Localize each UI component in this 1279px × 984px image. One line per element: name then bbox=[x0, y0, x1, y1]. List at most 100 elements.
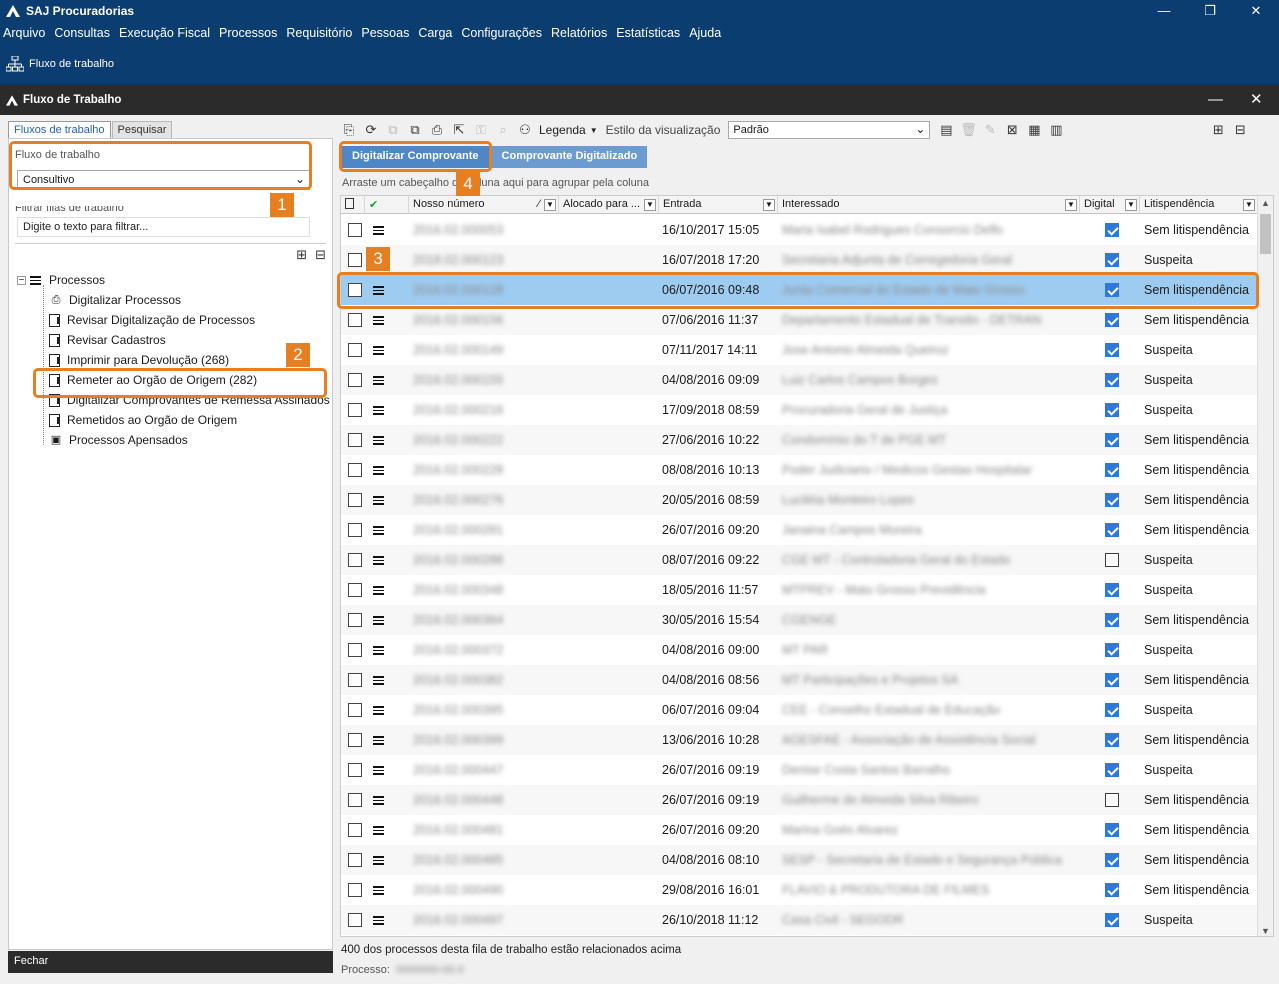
select-all-header[interactable] bbox=[341, 196, 365, 214]
table-row[interactable]: 2016.02.000447 26/07/2016 09:19 Denise Cos… bbox=[341, 755, 1258, 785]
menu-requisitorio[interactable]: Requisitório bbox=[286, 26, 352, 40]
menu-configuracoes[interactable]: Configurações bbox=[461, 26, 542, 40]
digital-checkbox[interactable] bbox=[1105, 673, 1119, 687]
digital-checkbox[interactable] bbox=[1105, 283, 1119, 297]
comprovante-digitalizado-button[interactable]: Comprovante Digitalizado bbox=[491, 146, 648, 168]
row-select-checkbox[interactable] bbox=[348, 313, 362, 327]
column-alocado-para[interactable]: Alocado para ... ▼ bbox=[559, 196, 659, 214]
row-select-checkbox[interactable] bbox=[348, 223, 362, 237]
row-select-checkbox[interactable] bbox=[348, 823, 362, 837]
table-row[interactable]: 2016.02.000155 04/08/2016 09:09 Luiz Carlo… bbox=[341, 365, 1258, 395]
edit-icon[interactable]: ✎ bbox=[982, 122, 998, 138]
digital-checkbox[interactable] bbox=[1105, 913, 1119, 927]
search-icon[interactable]: ⌕ bbox=[495, 122, 511, 138]
digital-checkbox[interactable] bbox=[1105, 853, 1119, 867]
menu-ajuda[interactable]: Ajuda bbox=[689, 26, 721, 40]
digital-checkbox[interactable] bbox=[1105, 373, 1119, 387]
row-select-checkbox[interactable] bbox=[348, 523, 362, 537]
digital-checkbox[interactable] bbox=[1105, 763, 1119, 777]
view-style-select[interactable]: Padrão ⌄ bbox=[728, 121, 931, 139]
row-select-checkbox[interactable] bbox=[348, 283, 362, 297]
filter-dropdown-icon[interactable]: ▼ bbox=[644, 199, 656, 211]
legend-button[interactable]: Legenda bbox=[539, 123, 586, 137]
report-icon[interactable]: ▦ bbox=[1026, 122, 1042, 138]
table-row[interactable]: 2016.02.000481 26/07/2016 09:20 Marina Goé… bbox=[341, 815, 1258, 845]
row-select-checkbox[interactable] bbox=[348, 613, 362, 627]
tree-root-processos[interactable]: − Processos bbox=[17, 271, 105, 289]
row-select-checkbox[interactable] bbox=[348, 643, 362, 657]
tree-item-digitalizar-processos[interactable]: ⎙ Digitalizar Processos bbox=[49, 291, 181, 309]
row-select-checkbox[interactable] bbox=[348, 373, 362, 387]
table-row[interactable]: 2016.02.000222 27/06/2016 10:22 Condomínio… bbox=[341, 425, 1258, 455]
table-row[interactable]: 2016.02.000149 07/11/2017 14:11 Jose Anton… bbox=[341, 335, 1258, 365]
digital-checkbox[interactable] bbox=[1105, 253, 1119, 267]
ribbon-fluxo-trabalho[interactable]: Fluxo de trabalho bbox=[29, 58, 114, 70]
table-row[interactable]: 2016.02.000228 08/08/2016 10:13 Poder Judi… bbox=[341, 455, 1258, 485]
row-select-checkbox[interactable] bbox=[348, 883, 362, 897]
tab-pesquisar[interactable]: Pesquisar bbox=[111, 121, 173, 138]
row-select-checkbox[interactable] bbox=[348, 913, 362, 927]
legend-dropdown-icon[interactable]: ▼ bbox=[590, 126, 598, 135]
table-row[interactable]: 2016.02.000372 04/08/2016 09:00 MT PAR Susp… bbox=[341, 635, 1258, 665]
menu-processos[interactable]: Processos bbox=[219, 26, 277, 40]
row-select-checkbox[interactable] bbox=[348, 703, 362, 717]
filter-input[interactable]: Digite o texto para filtrar... bbox=[17, 217, 310, 237]
digital-checkbox[interactable] bbox=[1105, 223, 1119, 237]
collapse-tree-icon[interactable]: ⊟ bbox=[1232, 122, 1248, 138]
close-button[interactable]: ✕ bbox=[1233, 0, 1279, 22]
digital-checkbox[interactable] bbox=[1105, 613, 1119, 627]
columns-icon[interactable]: ▥ bbox=[1048, 122, 1064, 138]
digital-checkbox[interactable] bbox=[1105, 313, 1119, 327]
menu-relatorios[interactable]: Relatórios bbox=[551, 26, 607, 40]
table-row[interactable]: 2016.02.000490 29/08/2016 16:01 FLAVIO & P… bbox=[341, 875, 1258, 905]
tree-item-digitalizar-comprovantes[interactable]: Digitalizar Comprovantes de Remessa Assi… bbox=[49, 391, 330, 409]
row-select-checkbox[interactable] bbox=[348, 343, 362, 357]
column-digital[interactable]: Digital ▼ bbox=[1080, 196, 1140, 214]
collapse-tree-icon[interactable]: ⊟ bbox=[315, 247, 326, 263]
expand-tree-icon[interactable]: ⊞ bbox=[1210, 122, 1226, 138]
check-icon[interactable]: ✔ bbox=[365, 196, 409, 214]
filter-dropdown-icon[interactable]: ▼ bbox=[544, 199, 556, 211]
digital-checkbox[interactable] bbox=[1105, 733, 1119, 747]
restore-button[interactable]: ❐ bbox=[1187, 0, 1233, 22]
column-entrada[interactable]: Entrada ▼ bbox=[659, 196, 778, 214]
row-select-checkbox[interactable] bbox=[348, 793, 362, 807]
menu-carga[interactable]: Carga bbox=[418, 26, 452, 40]
table-row[interactable]: 2016.02.000128 06/07/2016 09:48 Junta Come… bbox=[341, 275, 1258, 305]
row-select-checkbox[interactable] bbox=[348, 253, 362, 267]
table-row[interactable]: 2016.02.000364 30/05/2016 15:54 CGENGE Sem … bbox=[341, 605, 1258, 635]
filter-dropdown-icon[interactable]: ▼ bbox=[763, 199, 775, 211]
scroll-up-icon[interactable]: ▲ bbox=[1261, 198, 1270, 208]
child-close-button[interactable]: ✕ bbox=[1250, 85, 1263, 115]
tree-item-imprimir-devolucao[interactable]: Imprimir para Devolução (268) bbox=[49, 351, 229, 369]
tree-item-revisar-cadastros[interactable]: Revisar Cadastros bbox=[49, 331, 166, 349]
save-icon[interactable]: ▤ bbox=[938, 122, 954, 138]
tab-fluxos-de-trabalho[interactable]: Fluxos de trabalho bbox=[8, 121, 111, 138]
minimize-button[interactable]: — bbox=[1141, 0, 1187, 22]
row-select-checkbox[interactable] bbox=[348, 853, 362, 867]
fechar-button[interactable]: Fechar bbox=[8, 951, 333, 973]
delete-icon[interactable]: 🗑 bbox=[960, 122, 977, 138]
column-interessado[interactable]: Interessado ▼ bbox=[778, 196, 1080, 214]
digital-checkbox[interactable] bbox=[1105, 463, 1119, 477]
table-row[interactable]: 2016.02.000156 07/06/2016 11:37 Departamen… bbox=[341, 305, 1258, 335]
move-icon[interactable]: ⧉ bbox=[385, 122, 401, 138]
new-document-icon[interactable]: ⎘ bbox=[341, 122, 357, 138]
digital-checkbox[interactable] bbox=[1105, 883, 1119, 897]
export-icon[interactable]: ⇱ bbox=[451, 122, 467, 138]
row-select-checkbox[interactable] bbox=[348, 763, 362, 777]
digital-checkbox[interactable] bbox=[1105, 523, 1119, 537]
tree-item-revisar-digitalizacao[interactable]: Revisar Digitalização de Processos bbox=[49, 311, 255, 329]
scroll-down-icon[interactable]: ▼ bbox=[1261, 926, 1270, 936]
table-row[interactable]: 2016.02.000276 20/05/2016 08:59 Luciléia M… bbox=[341, 485, 1258, 515]
menu-execucao-fiscal[interactable]: Execução Fiscal bbox=[119, 26, 210, 40]
row-select-checkbox[interactable] bbox=[348, 433, 362, 447]
digital-checkbox[interactable] bbox=[1105, 583, 1119, 597]
row-select-checkbox[interactable] bbox=[348, 493, 362, 507]
lock-icon[interactable]: ⚿ bbox=[473, 122, 489, 138]
table-row[interactable]: 2016.02.000395 06/07/2016 09:04 CEE - Cons… bbox=[341, 695, 1258, 725]
tree-item-processos-apensados[interactable]: ▣ Processos Apensados bbox=[49, 431, 188, 449]
copy-icon[interactable]: ⧉ bbox=[407, 122, 423, 138]
table-row[interactable]: 2016.02.000448 26/07/2016 09:19 Guilherme … bbox=[341, 785, 1258, 815]
filter-dropdown-icon[interactable]: ▼ bbox=[1125, 199, 1137, 211]
